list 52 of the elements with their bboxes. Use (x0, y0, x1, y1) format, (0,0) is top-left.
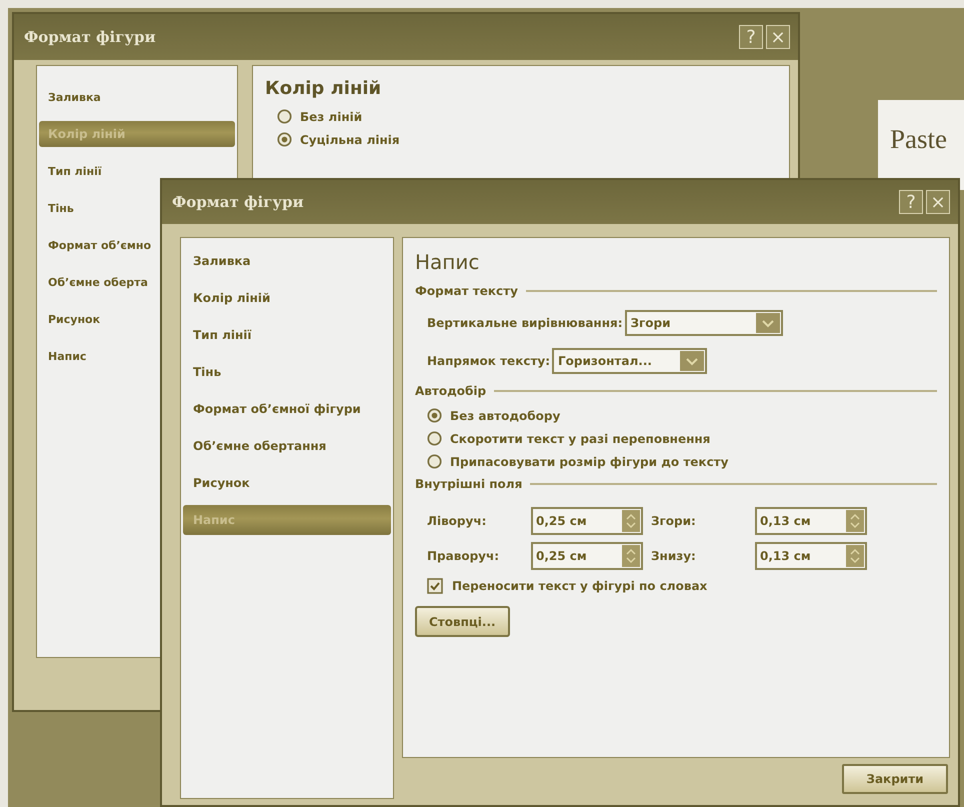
dropdown[interactable]: Згори (624, 310, 782, 336)
spin-field[interactable]: 0,13 см (755, 507, 867, 535)
category-item[interactable]: Рисунок (39, 306, 102, 332)
close-button[interactable]: × (766, 25, 790, 49)
columns-button[interactable]: Стовпці... (415, 606, 510, 637)
dropdown[interactable]: Горизонтал... (552, 348, 708, 374)
category-item[interactable]: Формат об’ємно (39, 232, 154, 258)
window-title: Формат фігури (172, 193, 305, 211)
category-item[interactable]: Заливка (39, 84, 103, 110)
field-label: Знизу: (651, 549, 697, 563)
spin-field[interactable]: 0,25 см (531, 542, 643, 570)
field-label: Вертикальне вирівнювання: (427, 316, 622, 330)
help-button[interactable]: ? (899, 190, 923, 214)
spin-field[interactable]: 0,13 см (755, 542, 867, 570)
radio-option[interactable]: Припасовувати розмір фігури до тексту (427, 454, 937, 469)
radio-option[interactable]: Суцільна лінія (277, 132, 777, 147)
field-label: Напрямок тексту: (427, 354, 550, 368)
category-item[interactable]: Об’ємне оберта (39, 269, 150, 295)
category-item[interactable]: Тінь (183, 357, 391, 387)
radio-icon[interactable] (427, 408, 442, 423)
category-item[interactable]: Тінь (39, 195, 76, 221)
radio-icon[interactable] (277, 132, 292, 147)
section-title: Автодобір (415, 384, 486, 398)
radio-option[interactable]: Скоротити текст у разі переповнення (427, 431, 937, 446)
category-item[interactable]: Заливка (183, 246, 391, 276)
close-button[interactable]: × (926, 190, 950, 214)
category-item[interactable]: Колір ліній (183, 283, 391, 313)
section-title: Внутрішні поля (415, 477, 522, 491)
panel-heading: Напис (415, 250, 480, 274)
field-label: Згори: (651, 514, 697, 528)
checkbox-icon[interactable] (427, 578, 443, 594)
category-item[interactable]: Напис (39, 343, 88, 369)
radio-option[interactable]: Без ліній (277, 109, 777, 124)
category-item[interactable]: Рисунок (183, 468, 391, 498)
spin-field[interactable]: 0,25 см (531, 507, 643, 535)
checkbox-option[interactable]: Переносити текст у фігурі по словах (427, 578, 937, 594)
category-item[interactable]: Формат об’ємної фігури (183, 394, 391, 424)
close-dialog-button[interactable]: Закрити (842, 764, 948, 794)
panel-heading: Колір ліній (265, 78, 382, 99)
category-item[interactable]: Об’ємне обертання (183, 431, 391, 461)
section-title: Формат тексту (415, 284, 518, 298)
window-title: Формат фігури (24, 28, 157, 46)
field-label: Праворуч: (427, 549, 500, 563)
category-item[interactable]: Тип лінії (183, 320, 391, 350)
radio-icon[interactable] (427, 431, 442, 446)
radio-icon[interactable] (277, 109, 292, 124)
category-item[interactable]: Тип лінії (39, 158, 104, 184)
help-button[interactable]: ? (739, 25, 763, 49)
radio-icon[interactable] (427, 454, 442, 469)
radio-option[interactable]: Без автодобору (427, 408, 937, 423)
slide-text: Paste (890, 124, 947, 155)
field-label: Ліворуч: (427, 514, 488, 528)
